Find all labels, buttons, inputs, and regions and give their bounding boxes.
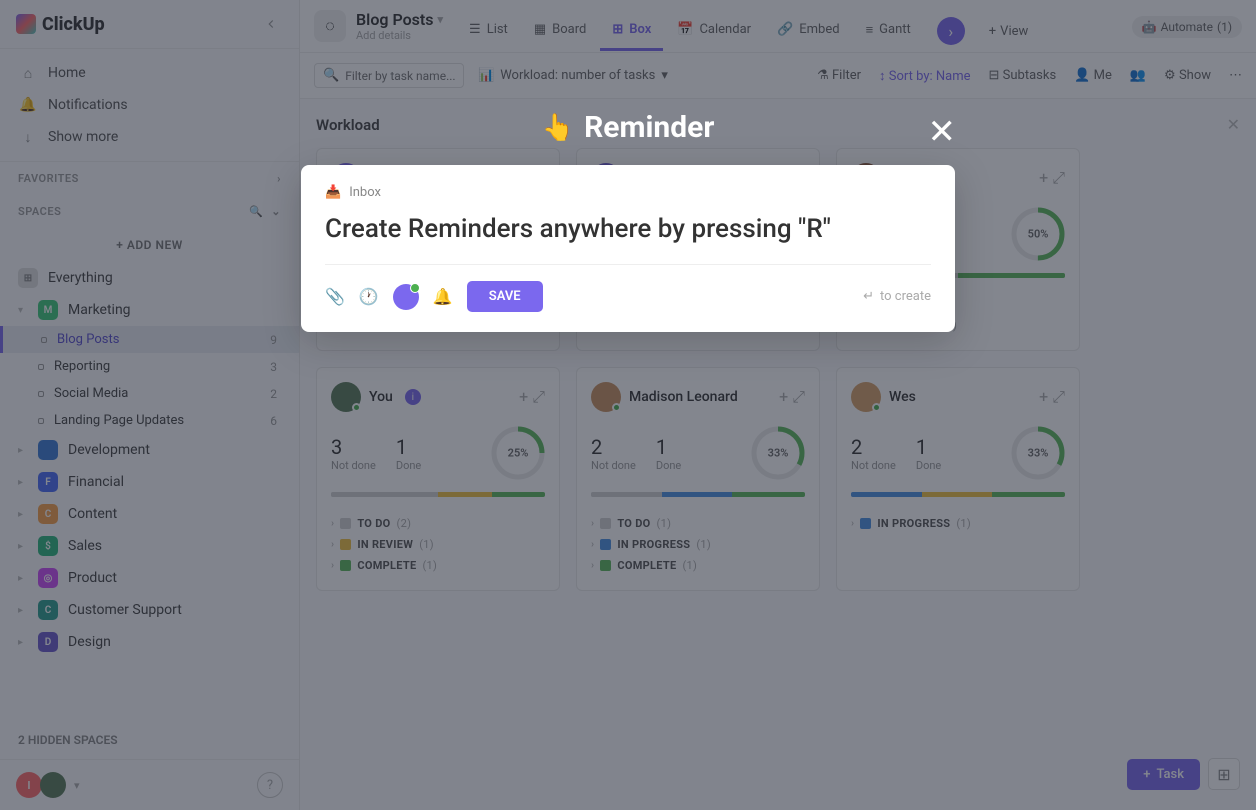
- inbox-icon: 📥: [325, 185, 341, 200]
- close-modal-button[interactable]: ✕: [928, 112, 957, 152]
- modal-overlay[interactable]: 👆 Reminder ✕ 📥 Inbox 📎 🕐 🔔 SAVE ↵ to cre…: [0, 0, 1256, 810]
- attachment-icon[interactable]: 📎: [325, 287, 345, 306]
- save-button[interactable]: SAVE: [467, 281, 543, 312]
- modal-footer: 📎 🕐 🔔 SAVE ↵ to create: [325, 264, 931, 312]
- bell-icon[interactable]: 🔔: [433, 287, 453, 306]
- reminder-modal: 📥 Inbox 📎 🕐 🔔 SAVE ↵ to create: [301, 165, 955, 332]
- modal-location[interactable]: 📥 Inbox: [325, 185, 931, 200]
- modal-header: 👆 Reminder: [542, 110, 715, 145]
- enter-icon: ↵: [863, 289, 874, 304]
- modal-title-text: Reminder: [584, 110, 714, 145]
- create-hint: ↵ to create: [863, 289, 931, 304]
- clock-icon[interactable]: 🕐: [359, 287, 379, 306]
- assignee-avatar[interactable]: [393, 284, 419, 310]
- reminder-input[interactable]: [325, 214, 931, 244]
- pointer-emoji-icon: 👆: [542, 113, 574, 143]
